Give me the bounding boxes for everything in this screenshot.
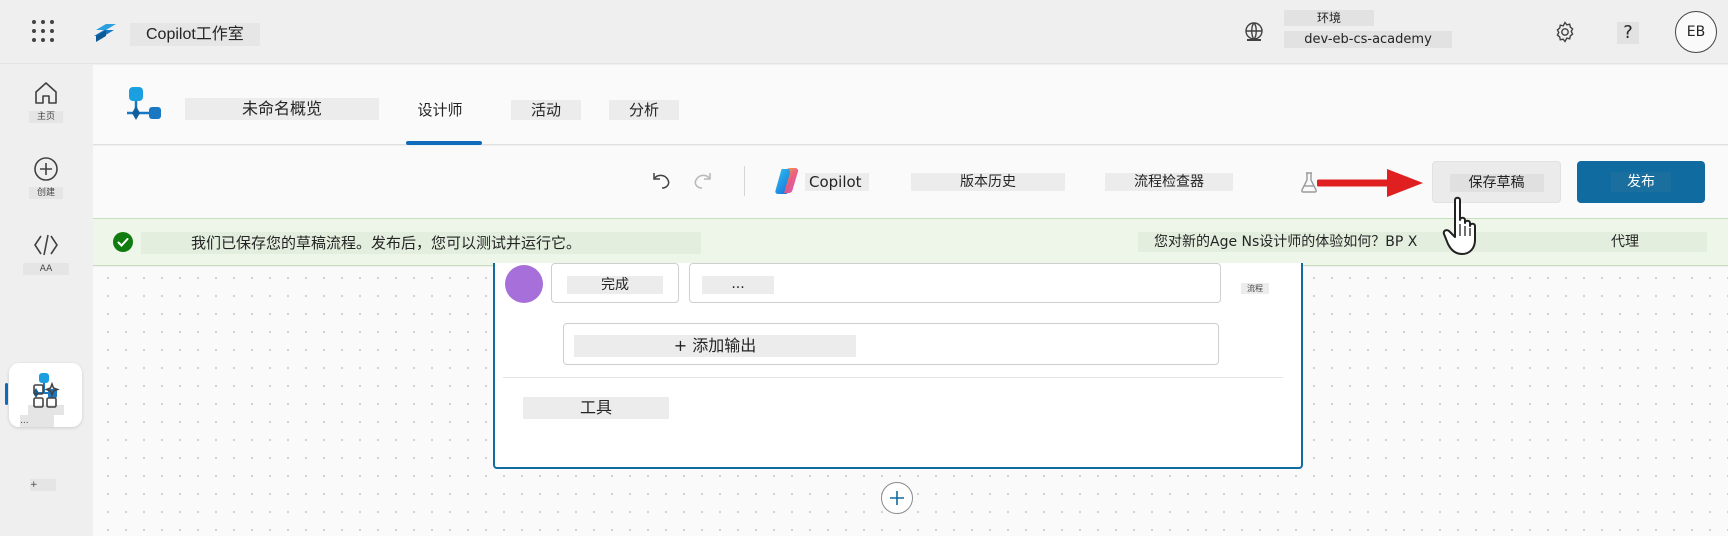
tools-section-label: 工具: [523, 397, 669, 419]
environment-value[interactable]: dev-eb-cs-academy: [1284, 31, 1452, 48]
flow-logo-icon: [127, 87, 161, 120]
add-circle-icon: [34, 157, 58, 181]
apps-icon: [33, 381, 60, 408]
rail-item-more[interactable]: ...: [10, 381, 82, 427]
undo-icon[interactable]: [649, 168, 673, 192]
flow-tag: 流程: [1241, 283, 1269, 294]
agent-link[interactable]: 代理: [1493, 232, 1707, 252]
copilot-studio-logo: [94, 24, 116, 42]
add-output-label: + 添加输出: [574, 335, 856, 357]
banner-message: 我们已保存您的草稿流程。发布后，您可以测试并运行它。: [141, 232, 701, 254]
gear-icon[interactable]: [1553, 20, 1577, 44]
rail-label-home: 主页: [29, 111, 63, 123]
left-rail: 主页 创建 AA ... +: [0, 65, 92, 536]
rail-item-create[interactable]: 创建: [10, 155, 82, 199]
publish-label: 发布: [1611, 172, 1671, 192]
version-history-button[interactable]: 版本历史: [911, 173, 1065, 191]
rail-active-indicator: [5, 383, 8, 405]
designer-canvas[interactable]: 完成 ... 流程 + 添加输出 工具: [93, 263, 1728, 536]
flow-checker-button[interactable]: 流程检查器: [1105, 173, 1233, 191]
flow-header: 未命名概览 设计师 活动 分析: [93, 65, 1728, 145]
redo-icon[interactable]: [691, 168, 715, 192]
home-icon: [35, 82, 57, 104]
copilot-button[interactable]: Copilot: [805, 173, 869, 191]
check-circle-icon: [113, 232, 133, 252]
environment-icon[interactable]: [1242, 20, 1266, 44]
rail-label-agents: AA: [23, 263, 69, 275]
red-arrow-annotation: [1317, 169, 1423, 197]
toolbar-divider: [744, 166, 745, 196]
flow-name[interactable]: 未命名概览: [185, 98, 379, 120]
done-button[interactable]: 完成: [551, 263, 679, 303]
rail-item-home[interactable]: 主页: [10, 79, 82, 123]
rail-item-agents[interactable]: AA: [10, 231, 82, 275]
rail-label-plus: +: [30, 479, 56, 491]
output-value-text: ...: [702, 276, 774, 294]
rail-label-more: ...: [20, 415, 54, 427]
copilot-icon: [775, 168, 799, 194]
waffle-icon[interactable]: [32, 20, 56, 44]
card-divider: [503, 377, 1283, 378]
tab-designer[interactable]: 设计师: [405, 100, 475, 120]
tab-activity[interactable]: 活动: [511, 100, 581, 120]
rail-item-plus[interactable]: +: [10, 475, 82, 491]
help-icon[interactable]: ?: [1617, 22, 1639, 44]
add-node-button[interactable]: [881, 482, 913, 514]
test-flask-icon[interactable]: [1299, 171, 1319, 193]
rail-label-create: 创建: [29, 187, 63, 199]
output-value-field[interactable]: ...: [689, 263, 1221, 303]
app-name: Copilot工作室: [130, 23, 260, 46]
tab-analysis[interactable]: 分析: [609, 100, 679, 120]
environment-label: 环境: [1284, 10, 1374, 26]
add-output-button[interactable]: + 添加输出: [563, 323, 1219, 365]
hand-cursor-icon: [1442, 196, 1476, 255]
active-tab-indicator: [406, 141, 482, 145]
node-avatar: [505, 265, 543, 303]
save-draft-label: 保存草稿: [1449, 174, 1544, 192]
agent-label: 代理: [1611, 234, 1639, 250]
flow-node-card[interactable]: 完成 ... 流程 + 添加输出 工具: [493, 263, 1303, 469]
top-bar: Copilot工作室 环境 dev-eb-cs-academy ? EB: [0, 0, 1728, 64]
publish-button[interactable]: 发布: [1577, 161, 1705, 203]
avatar[interactable]: EB: [1675, 11, 1717, 53]
done-label: 完成: [567, 276, 663, 294]
agent-icon: [34, 234, 58, 256]
plus-icon: [890, 491, 904, 505]
